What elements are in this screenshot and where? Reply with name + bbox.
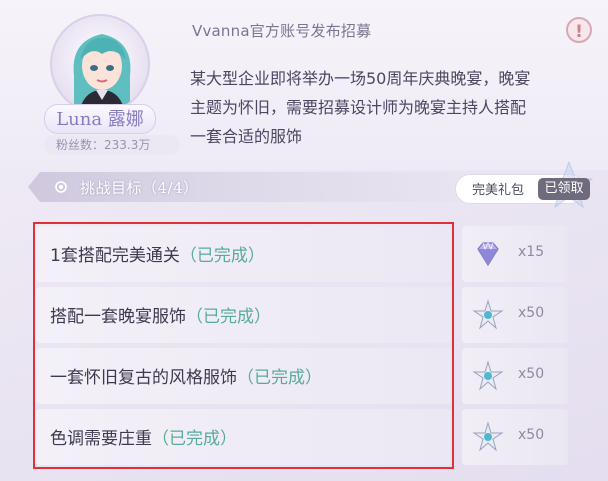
reward-quantity: x50 bbox=[518, 366, 545, 382]
star-crystal-icon bbox=[472, 360, 504, 391]
challenge-title: 挑战目标（4/4） bbox=[80, 179, 199, 197]
task-row: 一套怀旧复古的风格服饰（已完成） bbox=[36, 348, 452, 404]
task-row: 1套搭配完美通关（已完成） bbox=[36, 226, 452, 282]
task-label: 色调需要庄重 bbox=[50, 429, 152, 449]
description-line: 某大型企业即将举办一场50周年庆典晚宴，晚宴 bbox=[190, 69, 531, 88]
task-text: 一套怀旧复古的风格服饰（已完成） bbox=[50, 363, 322, 388]
recruit-description: 某大型企业即将举办一场50周年庆典晚宴，晚宴 主题为怀旧，需要招募设计师为晚宴主… bbox=[190, 64, 590, 151]
sparkle-icon bbox=[55, 181, 67, 193]
task-status: （已完成） bbox=[237, 368, 322, 388]
reward-box[interactable]: x15 bbox=[462, 226, 568, 282]
task-status: （已完成） bbox=[179, 246, 265, 266]
reward-box[interactable]: x50 bbox=[462, 409, 568, 465]
task-text: 搭配一套晚宴服饰（已完成） bbox=[50, 302, 271, 327]
task-status: （已完成） bbox=[186, 307, 271, 327]
task-text: 1套搭配完美通关（已完成） bbox=[50, 241, 265, 266]
task-status: （已完成） bbox=[152, 429, 237, 449]
task-text: 色调需要庄重（已完成） bbox=[50, 424, 237, 449]
reward-quantity: x50 bbox=[518, 305, 545, 321]
claimed-badge: 已领取 bbox=[538, 178, 590, 200]
reward-box[interactable]: x50 bbox=[462, 287, 568, 343]
avatar[interactable] bbox=[50, 14, 150, 114]
alert-button[interactable]: ! bbox=[566, 17, 592, 43]
character-portrait-icon bbox=[73, 34, 131, 108]
reward-box[interactable]: x50 bbox=[462, 348, 568, 404]
task-row: 搭配一套晚宴服饰（已完成） bbox=[36, 287, 452, 343]
star-crystal-icon bbox=[472, 299, 504, 330]
star-crystal-icon bbox=[472, 421, 504, 452]
description-line: 主题为怀旧，需要招募设计师为晚宴主持人搭配 bbox=[190, 98, 527, 117]
task-label: 搭配一套晚宴服饰 bbox=[50, 307, 186, 327]
gift-label: 完美礼包 bbox=[472, 183, 525, 198]
reward-quantity: x15 bbox=[518, 244, 545, 260]
fan-count: 粉丝数：233.3万 bbox=[44, 135, 180, 155]
diamond-icon bbox=[477, 242, 499, 267]
description-line: 一套合适的服饰 bbox=[190, 127, 303, 146]
profile-name: Luna 露娜 bbox=[44, 104, 156, 134]
task-label: 1套搭配完美通关 bbox=[50, 246, 180, 266]
task-row: 色调需要庄重（已完成） bbox=[36, 409, 452, 465]
panel-title: Vvanna官方账号发布招募 bbox=[192, 22, 372, 40]
reward-quantity: x50 bbox=[518, 427, 545, 443]
task-label: 一套怀旧复古的风格服饰 bbox=[50, 368, 237, 388]
